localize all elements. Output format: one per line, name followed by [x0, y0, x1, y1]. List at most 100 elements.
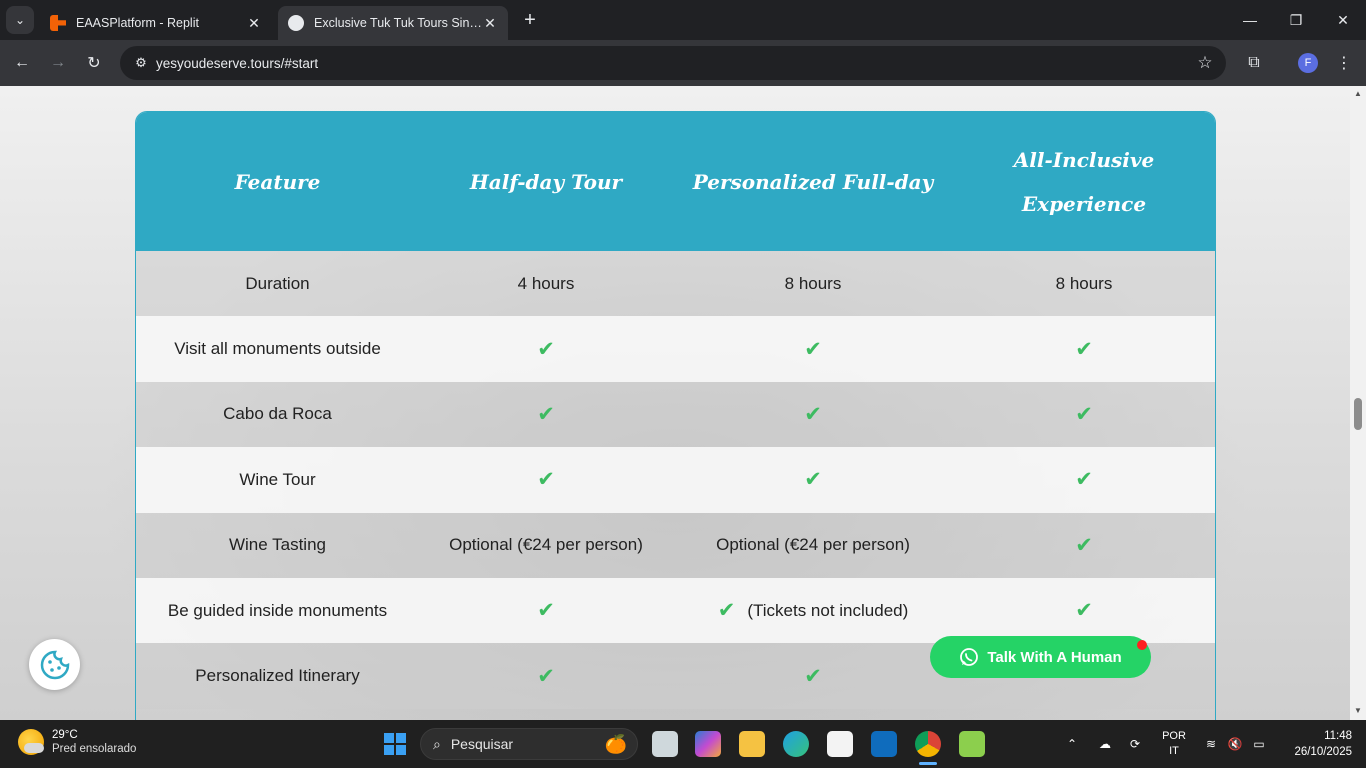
scrollbar-thumb[interactable]: [1354, 398, 1362, 430]
feature-cell: Duration: [245, 273, 310, 293]
edge-icon[interactable]: [783, 731, 809, 757]
check-icon: ✔: [804, 664, 822, 688]
table-row: Wine Tour ✔ ✔ ✔: [136, 447, 1215, 513]
page-viewport: Feature Half-day Tour Personalized Full-…: [0, 86, 1350, 720]
header-all-inclusive-label: All-Inclusive Experience: [1013, 147, 1155, 216]
taskbar-search[interactable]: ⌕ Pesquisar 🍊: [420, 728, 638, 760]
windows-logo-icon: [396, 733, 406, 743]
start-button[interactable]: [384, 733, 406, 755]
check-icon: ✔: [1075, 468, 1093, 492]
feature-cell: Wine Tasting: [228, 535, 326, 555]
system-clock[interactable]: 11:48 26/10/2025: [1280, 728, 1352, 760]
browser-toolbar: ← → ↻ ⚙ yesyoudeserve.tours/#start ☆ ⧉ ⋮: [0, 40, 1366, 86]
check-icon: ✔: [537, 599, 555, 623]
site-favicon-icon: [288, 15, 304, 31]
whatsapp-icon: [960, 648, 979, 666]
forward-button[interactable]: →: [44, 49, 72, 77]
replit-favicon-icon: [50, 15, 66, 31]
bookmark-star-icon[interactable]: ☆: [1190, 53, 1220, 73]
check-icon: ✔: [537, 337, 555, 361]
volume-muted-icon[interactable]: 🔇: [1224, 720, 1246, 768]
chrome-menu-icon[interactable]: ⋮: [1330, 49, 1358, 77]
close-window-button[interactable]: ✕: [1320, 0, 1366, 40]
all-inclusive-cell: 8 hours: [1055, 273, 1113, 293]
tickets-note: (Tickets not included): [747, 600, 909, 620]
tab-strip: ⌄ EAASPlatform - Replit ✕ Exclusive Tuk …: [0, 0, 1366, 40]
windows-logo-icon: [396, 745, 406, 755]
keyboard-layout: IT: [1169, 745, 1179, 757]
cookie-icon: [40, 650, 69, 679]
full-day-cell: 8 hours: [784, 273, 842, 293]
header-feature: Feature: [234, 169, 321, 194]
talk-with-human-button[interactable]: Talk With A Human: [930, 636, 1151, 678]
table-row: Wine Tasting Optional (€24 per person) O…: [136, 512, 1215, 578]
restore-button[interactable]: ❐: [1273, 0, 1319, 40]
check-icon: ✔: [537, 402, 555, 426]
tab-tuktuk[interactable]: Exclusive Tuk Tuk Tours Sintra & Lisbon …: [278, 6, 508, 40]
extensions-icon[interactable]: ⧉: [1240, 49, 1268, 77]
back-button[interactable]: ←: [8, 49, 36, 77]
talk-button-label: Talk With A Human: [987, 648, 1122, 666]
check-icon: ✔: [1075, 533, 1093, 557]
check-icon: ✔: [537, 664, 555, 688]
chrome-icon[interactable]: [915, 731, 941, 757]
comparison-table: Feature Half-day Tour Personalized Full-…: [135, 111, 1216, 720]
reload-button[interactable]: ↻: [80, 49, 108, 77]
scroll-down-arrow-icon[interactable]: ▼: [1353, 706, 1363, 715]
sync-icon[interactable]: ⟳: [1124, 720, 1146, 768]
check-icon: ✔: [537, 468, 555, 492]
full-day-cell: ✔ (Tickets not included): [673, 578, 953, 643]
weather-widget[interactable]: 29°C Pred ensolarado: [18, 728, 136, 756]
page-scrollbar[interactable]: ▲ ▼: [1350, 86, 1366, 720]
half-day-cell: 4 hours: [517, 273, 575, 293]
check-icon: ✔: [1075, 599, 1093, 623]
windows-logo-icon: [384, 745, 394, 755]
table-row: Be guided inside monuments ✔ ✔ (Tickets …: [136, 577, 1215, 644]
check-icon: ✔: [804, 402, 822, 426]
table-header-row: Feature Half-day Tour Personalized Full-…: [136, 112, 1215, 251]
header-all-inclusive: All-Inclusive Experience: [953, 112, 1215, 251]
search-icon: ⌕: [433, 735, 441, 752]
half-day-cell: Optional (€24 per person): [449, 535, 643, 555]
tray-overflow-icon[interactable]: ⌃: [1062, 720, 1082, 768]
close-tab-icon[interactable]: ✕: [482, 15, 498, 32]
outlook-icon[interactable]: [871, 731, 897, 757]
check-icon: ✔: [1075, 402, 1093, 426]
feature-cell: Personalized Itinerary: [195, 666, 360, 686]
check-icon: ✔: [804, 468, 822, 492]
cookie-settings-button[interactable]: [29, 639, 80, 690]
battery-icon[interactable]: ▭: [1248, 720, 1270, 768]
tab-replit[interactable]: EAASPlatform - Replit ✕: [40, 6, 272, 40]
tab-title: EAASPlatform - Replit: [76, 16, 199, 30]
full-day-cell: Optional (€24 per person): [716, 535, 910, 555]
header-full-day: Personalized Full-day: [692, 169, 934, 194]
weather-temp: 29°C: [52, 729, 78, 741]
clock-date: 26/10/2025: [1294, 746, 1352, 758]
m365-icon[interactable]: [695, 731, 721, 757]
windows-logo-icon: [384, 733, 394, 743]
language-code: POR: [1162, 730, 1186, 742]
table-row: Cabo da Roca ✔ ✔ ✔: [136, 381, 1215, 448]
file-explorer-icon[interactable]: [739, 731, 765, 757]
new-tab-button[interactable]: +: [518, 8, 542, 32]
search-placeholder: Pesquisar: [450, 736, 514, 752]
header-half-day: Half-day Tour: [469, 169, 623, 194]
notification-dot: [1137, 640, 1147, 650]
url-text[interactable]: yesyoudeserve.tours/#start: [156, 56, 1190, 71]
active-app-indicator: [919, 762, 937, 765]
check-icon: ✔: [1075, 337, 1093, 361]
address-bar[interactable]: ⚙ yesyoudeserve.tours/#start ☆: [120, 46, 1226, 80]
store-icon[interactable]: [827, 731, 853, 757]
wifi-icon[interactable]: ≋: [1200, 720, 1222, 768]
profile-avatar[interactable]: F: [1298, 53, 1318, 73]
weather-desc: Pred ensolarado: [52, 743, 137, 755]
notepad-app-icon[interactable]: [959, 731, 985, 757]
scroll-up-arrow-icon[interactable]: ▲: [1353, 89, 1363, 98]
close-tab-icon[interactable]: ✕: [246, 15, 262, 32]
minimize-button[interactable]: —: [1227, 0, 1273, 40]
tab-search-button[interactable]: ⌄: [6, 6, 34, 34]
language-indicator[interactable]: POR IT: [1156, 720, 1192, 768]
task-view-icon[interactable]: [652, 731, 678, 757]
site-info-icon[interactable]: ⚙: [126, 55, 156, 71]
onedrive-icon[interactable]: ☁: [1094, 720, 1116, 768]
